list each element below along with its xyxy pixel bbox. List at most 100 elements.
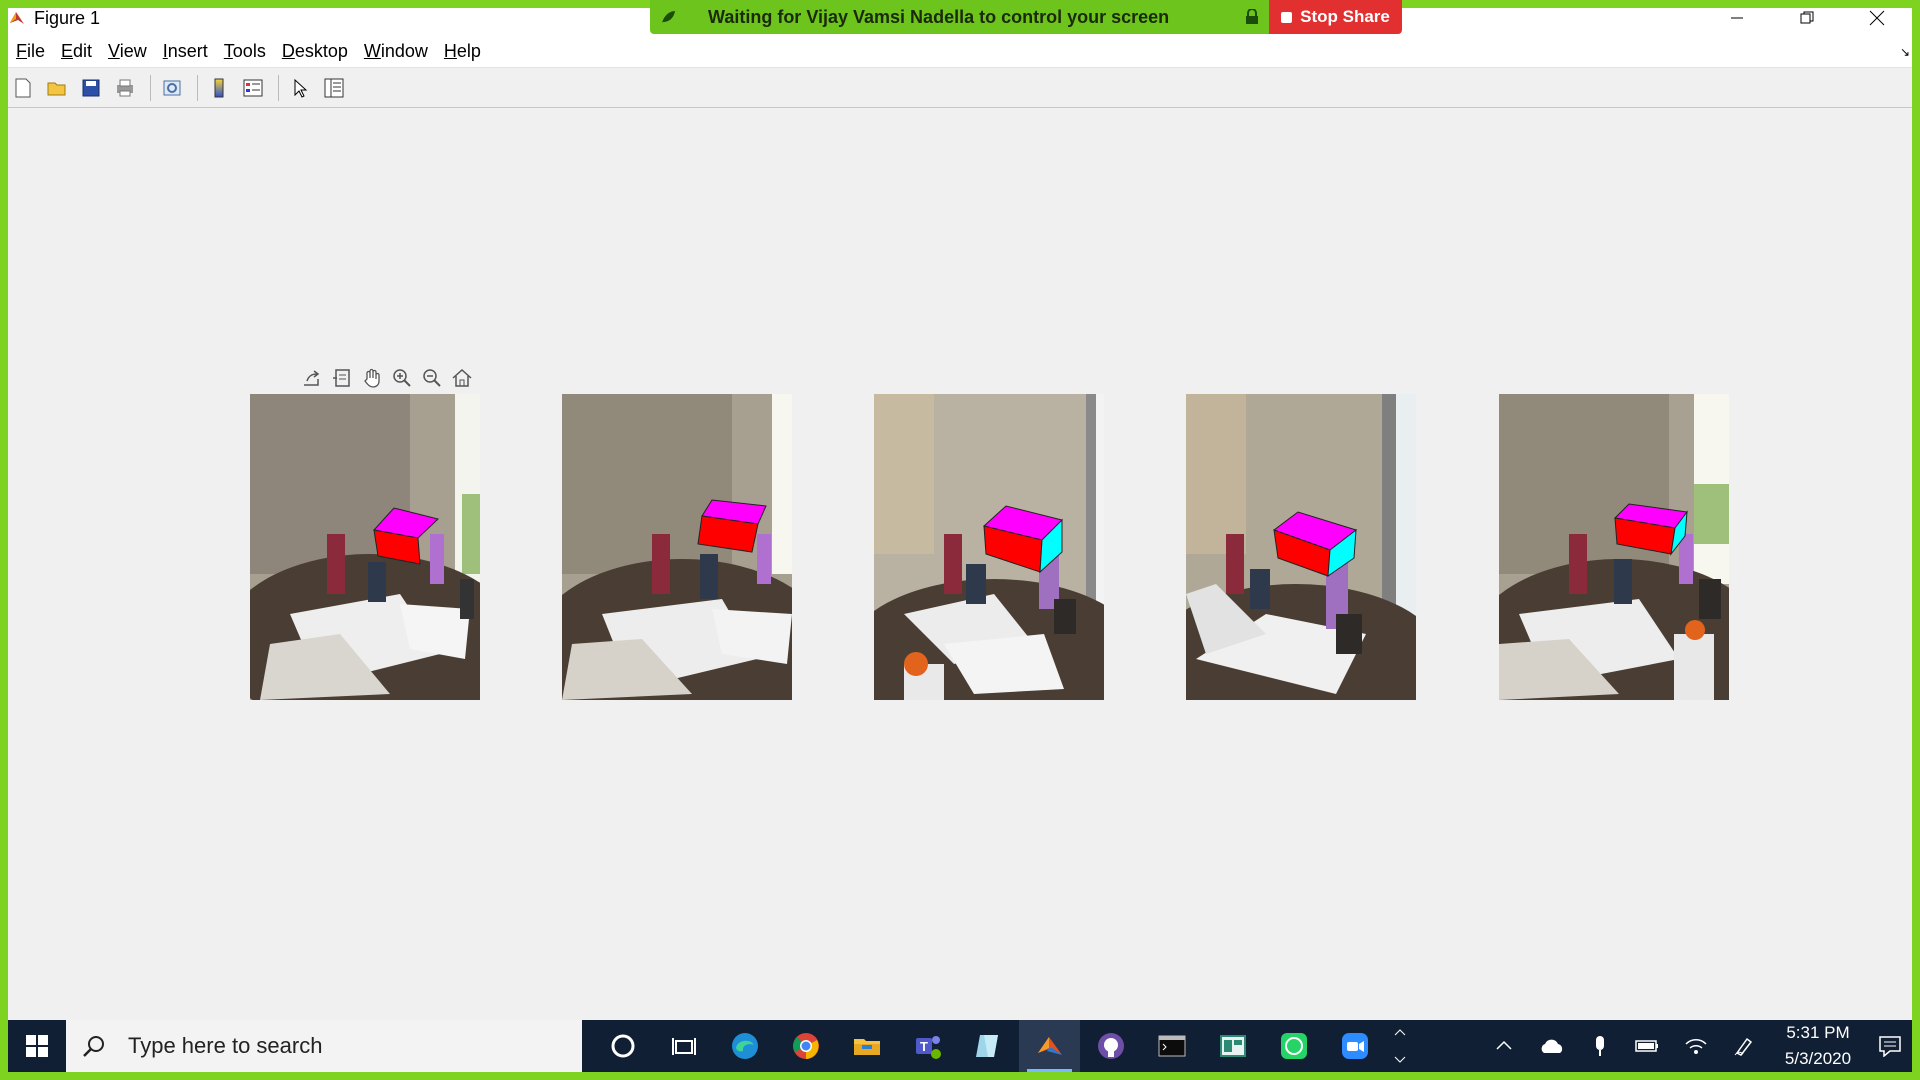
brush-icon[interactable] — [330, 366, 354, 390]
menu-bar: File Edit View Insert Tools Desktop Window Help… — [8, 36, 1912, 68]
colorbar-icon[interactable] — [204, 73, 234, 103]
new-figure-icon[interactable] — [8, 73, 38, 103]
chrome-icon[interactable] — [775, 1020, 836, 1072]
share-status-text: Waiting for Vijay Vamsi Nadella to contr… — [708, 6, 1170, 27]
menu-window[interactable]: Window — [356, 41, 436, 62]
menu-desktop[interactable]: Desktop — [274, 41, 356, 62]
pen-icon[interactable] — [1720, 1020, 1768, 1072]
file-explorer-icon[interactable] — [836, 1020, 897, 1072]
photo-3-with-cube — [874, 394, 1104, 700]
restore-button[interactable] — [1772, 0, 1842, 36]
figure-toolbar — [8, 68, 1912, 108]
restore-icon — [1800, 11, 1814, 24]
property-inspector-icon[interactable] — [319, 73, 349, 103]
screen-share-banner: Waiting for Vijay Vamsi Nadella to contr… — [650, 0, 1402, 34]
search-icon — [83, 1036, 104, 1057]
matlab-figure-icon — [10, 12, 24, 24]
task-view-icon[interactable] — [653, 1020, 714, 1072]
windows-taskbar: Type here to search T 5:31 PM 5/3/2020 — [8, 1020, 1912, 1072]
github-icon[interactable] — [1080, 1020, 1141, 1072]
menu-label-rest: nsert — [167, 41, 208, 61]
stop-share-label: Stop Share — [1300, 7, 1390, 26]
menu-label-rest: iew — [119, 41, 147, 61]
menu-file[interactable]: File — [8, 41, 53, 62]
notification-center-icon[interactable] — [1868, 1020, 1912, 1072]
menu-tools[interactable]: Tools — [216, 41, 274, 62]
menu-label-rest: elp — [456, 41, 481, 61]
close-button[interactable] — [1842, 0, 1912, 36]
menu-mnemonic: F — [16, 41, 27, 61]
edit-plot-icon[interactable] — [285, 73, 315, 103]
chevron-up-icon[interactable] — [1480, 1020, 1528, 1072]
photo-4-with-cube — [1186, 394, 1416, 700]
zoom-icon[interactable] — [1324, 1020, 1385, 1072]
link-plot-icon[interactable] — [157, 73, 187, 103]
matlab-icon[interactable] — [1019, 1020, 1080, 1072]
taskbar-clock[interactable]: 5:31 PM 5/3/2020 — [1768, 1020, 1868, 1072]
print-icon[interactable] — [110, 73, 140, 103]
windows-logo-icon — [26, 1035, 48, 1057]
menu-help[interactable]: Help — [436, 41, 489, 62]
dock-arrow-icon[interactable]: ↘ — [1900, 45, 1910, 59]
start-button[interactable] — [8, 1020, 66, 1072]
photo-1-with-cube — [250, 394, 480, 700]
menu-label-rest: indow — [380, 41, 428, 61]
pan-icon[interactable] — [360, 366, 384, 390]
menu-mnemonic: V — [108, 41, 120, 61]
edge-icon[interactable] — [714, 1020, 775, 1072]
battery-icon[interactable] — [1624, 1020, 1672, 1072]
save-icon[interactable] — [76, 73, 106, 103]
export-icon[interactable] — [300, 366, 324, 390]
taskbar-apps: T — [592, 1020, 1415, 1072]
open-file-icon[interactable] — [42, 73, 72, 103]
svg-text:T: T — [920, 1039, 928, 1054]
menu-label-rest: esktop — [294, 41, 348, 61]
home-icon[interactable] — [450, 366, 474, 390]
stop-share-button[interactable]: Stop Share — [1269, 0, 1402, 34]
toolbar-separator — [278, 74, 279, 101]
menu-mnemonic: T — [223, 41, 233, 61]
menu-insert[interactable]: Insert — [155, 41, 216, 62]
search-input[interactable] — [128, 1033, 528, 1059]
minimize-icon — [1731, 17, 1743, 19]
notepad-icon[interactable] — [958, 1020, 1019, 1072]
app-icon[interactable] — [1202, 1020, 1263, 1072]
taskbar-search-box[interactable] — [66, 1020, 582, 1072]
cortana-icon[interactable] — [592, 1020, 653, 1072]
clock-time: 5:31 PM — [1786, 1023, 1850, 1042]
toolbar-separator — [150, 74, 151, 101]
whatsapp-icon[interactable] — [1263, 1020, 1324, 1072]
onedrive-icon[interactable] — [1528, 1020, 1576, 1072]
teams-icon[interactable]: T — [897, 1020, 958, 1072]
system-tray: 5:31 PM 5/3/2020 — [1480, 1020, 1912, 1072]
leaf-icon — [662, 11, 675, 23]
menu-label-rest: ile — [27, 41, 46, 61]
lock-icon[interactable] — [1245, 9, 1259, 25]
menu-view[interactable]: View — [100, 41, 155, 62]
photo-5-with-cube — [1499, 394, 1729, 700]
menu-mnemonic: W — [363, 41, 381, 61]
menu-edit[interactable]: Edit — [53, 41, 100, 62]
zoom-in-icon[interactable] — [390, 366, 414, 390]
axes-toolbar — [300, 366, 474, 390]
toolbar-separator — [197, 74, 198, 101]
figure-canvas[interactable] — [8, 108, 1912, 1022]
photo-2-with-cube — [562, 394, 792, 700]
menu-mnemonic: E — [61, 41, 74, 61]
share-status-bar: Waiting for Vijay Vamsi Nadella to contr… — [650, 0, 1269, 34]
microphone-icon[interactable] — [1576, 1020, 1624, 1072]
menu-label-rest: ools — [232, 41, 266, 61]
wifi-icon[interactable] — [1672, 1020, 1720, 1072]
taskbar-scroll-icon[interactable] — [1385, 1020, 1415, 1072]
menu-label-rest: dit — [73, 41, 93, 61]
clock-date: 5/3/2020 — [1784, 1049, 1852, 1068]
menu-mnemonic: H — [443, 41, 457, 61]
zoom-out-icon[interactable] — [420, 366, 444, 390]
legend-icon[interactable] — [238, 73, 268, 103]
stop-icon — [1281, 11, 1293, 23]
terminal-icon[interactable] — [1141, 1020, 1202, 1072]
close-icon — [1869, 10, 1885, 26]
minimize-button[interactable] — [1702, 0, 1772, 36]
menu-mnemonic: D — [281, 41, 295, 61]
window-title: Figure 1 — [34, 7, 101, 28]
